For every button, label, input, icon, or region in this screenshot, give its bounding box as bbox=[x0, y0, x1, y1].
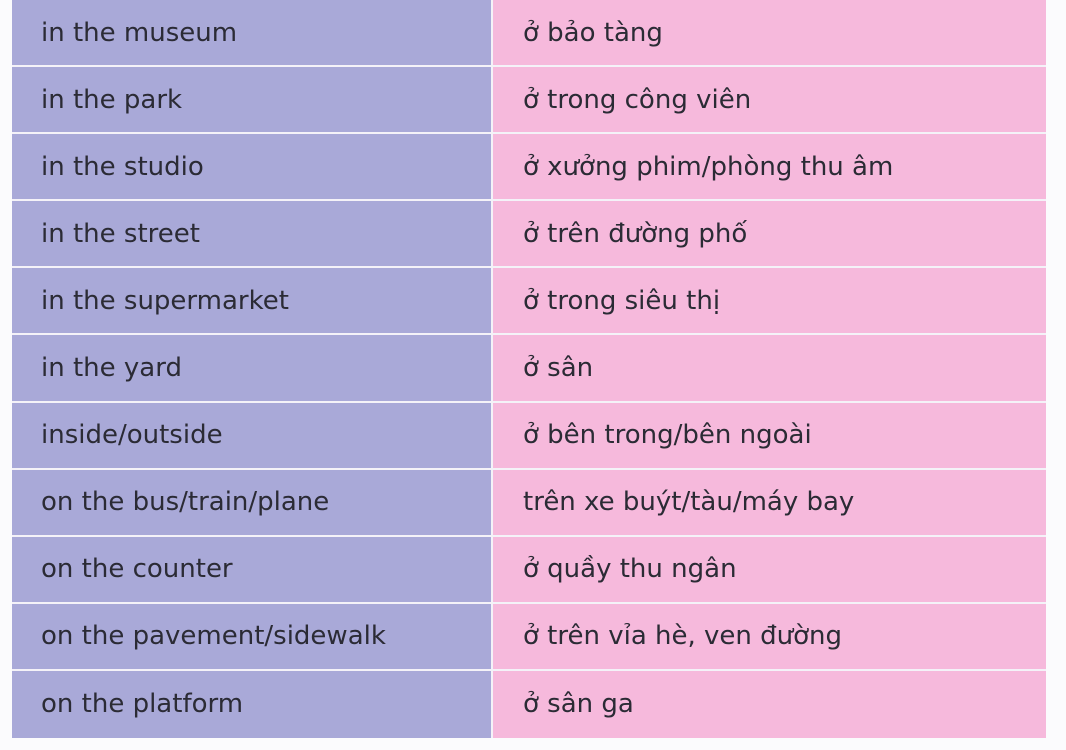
english-cell: on the counter bbox=[12, 536, 493, 604]
vietnamese-cell: ở trên vỉa hè, ven đường bbox=[493, 603, 1046, 671]
vietnamese-cell: ở trong siêu thị bbox=[493, 268, 1046, 336]
english-cell: in the studio bbox=[12, 134, 493, 202]
vietnamese-cell: ở trên đường phố bbox=[493, 201, 1046, 269]
english-cell: in the park bbox=[12, 67, 493, 135]
english-cell: on the pavement/sidewalk bbox=[12, 603, 493, 671]
vietnamese-cell: trên xe buýt/tàu/máy bay bbox=[493, 469, 1046, 537]
vietnamese-cell: ở sân ga bbox=[493, 670, 1046, 738]
english-cell: inside/outside bbox=[12, 402, 493, 470]
vietnamese-cell: ở bên trong/bên ngoài bbox=[493, 402, 1046, 470]
vietnamese-cell: ở sân bbox=[493, 335, 1046, 403]
english-cell: in the street bbox=[12, 201, 493, 269]
english-cell: in the supermarket bbox=[12, 268, 493, 336]
vietnamese-cell: ở quầy thu ngân bbox=[493, 536, 1046, 604]
english-cell: on the bus/train/plane bbox=[12, 469, 493, 537]
vietnamese-cell: ở bảo tàng bbox=[493, 0, 1046, 68]
english-cell: on the platform bbox=[12, 670, 493, 738]
english-cell: in the museum bbox=[12, 0, 493, 68]
vietnamese-cell: ở trong công viên bbox=[493, 67, 1046, 135]
page-sheet: in the museum ở bảo tàng in the park ở t… bbox=[0, 0, 1066, 750]
vietnamese-cell: ở xưởng phim/phòng thu âm bbox=[493, 134, 1046, 202]
english-cell: in the yard bbox=[12, 335, 493, 403]
vocabulary-table: in the museum ở bảo tàng in the park ở t… bbox=[12, 0, 1046, 738]
